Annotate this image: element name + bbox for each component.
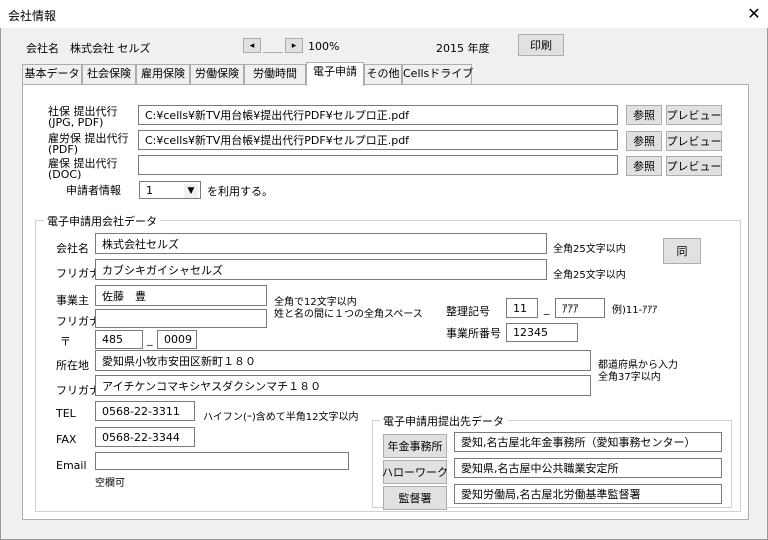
labor-inspection-input[interactable]: 愛知労働局,名古屋北労働基準監督署	[454, 484, 722, 504]
tab-e-application[interactable]: 電子申請	[306, 62, 364, 86]
pension-office-input[interactable]: 愛知,名古屋北年金事務所（愛知事務センター）	[454, 432, 722, 452]
owner-label: 事業主	[56, 294, 89, 307]
hellowork-button[interactable]: ハローワーク	[382, 460, 448, 484]
ref-code-note: 例)11-ｱｱｱ	[612, 305, 658, 316]
pension-office-button[interactable]: 年金事務所	[383, 434, 447, 458]
tab-employment-insurance[interactable]: 雇用保険	[136, 64, 190, 85]
email-input[interactable]	[95, 452, 349, 470]
koyo-preview-button[interactable]: プレビュー	[666, 156, 722, 176]
tel-input[interactable]: 0568-22-3311	[95, 401, 195, 421]
office-number-input[interactable]: 12345	[506, 323, 578, 342]
tab-working-hours[interactable]: 労働時間	[244, 64, 306, 85]
hellowork-input[interactable]: 愛知県,名古屋中公共職業安定所	[454, 458, 722, 478]
shaho-browse-button[interactable]: 参照	[626, 105, 662, 125]
owner-name-input[interactable]: 佐藤 豊	[95, 285, 267, 306]
company-name-note: 全角25文字以内	[553, 244, 626, 255]
applicant-suffix: を利用する。	[207, 185, 273, 198]
tel-label: TEL	[56, 407, 76, 420]
shaho-agency-sub: (JPG, PDF)	[48, 116, 104, 129]
applicant-select[interactable]: 1 ▼	[139, 181, 201, 199]
fiscal-year: 2015 年度	[436, 42, 490, 55]
next-company-button[interactable]: ▸	[285, 38, 303, 53]
tel-note: ハイフン(ｰ)含めて半角12文字以内	[203, 412, 359, 423]
tab-bar: 基本データ 社会保険 雇用保険 労働保険 労働時間 電子申請 その他 Cells…	[22, 62, 482, 86]
email-label: Email	[56, 459, 87, 472]
zip-first-input[interactable]: 485	[95, 330, 143, 349]
zip-label: 〒	[60, 335, 71, 348]
address-input[interactable]: 愛知県小牧市安田区新町１８０	[95, 350, 591, 371]
shaho-agency-path-input[interactable]: C:¥cells¥新TV用台帳¥提出代行PDF¥セルプロ正.pdf	[138, 105, 618, 125]
labor-inspection-button[interactable]: 監督署	[383, 486, 447, 510]
email-note: 空欄可	[95, 478, 125, 489]
company-kana-note: 全角25文字以内	[553, 270, 626, 281]
ref-code-second-input[interactable]: ｱｱｱ	[555, 298, 605, 318]
koyo-browse-button[interactable]: 参照	[626, 156, 662, 176]
applicant-label: 申請者情報	[66, 184, 121, 197]
koyo-agency-sub: (DOC)	[48, 168, 82, 181]
owner-kana-label: フリガナ	[56, 315, 100, 328]
company-label: 会社名	[26, 42, 59, 55]
close-icon[interactable]: ✕	[744, 4, 764, 24]
office-number-label: 事業所番号	[446, 327, 501, 340]
fax-label: FAX	[56, 433, 77, 446]
zoom-level: 100%	[308, 40, 340, 53]
destination-data-group-title: 電子申請用提出先データ	[380, 413, 507, 429]
tab-labor-insurance[interactable]: 労働保険	[190, 64, 244, 85]
company-value: 株式会社 セルズ	[70, 42, 151, 55]
rouho-agency-path-input[interactable]: C:¥cells¥新TV用台帳¥提出代行PDF¥セルプロ正.pdf	[138, 130, 618, 150]
tab-social-insurance[interactable]: 社会保険	[82, 64, 136, 85]
fax-input[interactable]: 0568-22-3344	[95, 427, 195, 447]
tab-basic-data[interactable]: 基本データ	[22, 64, 82, 85]
ref-code-separator: _	[544, 302, 550, 315]
company-name-label: 会社名	[56, 242, 89, 255]
same-as-button[interactable]: 同	[663, 238, 701, 264]
tab-cells-drive[interactable]: Cellsドライブ	[402, 64, 473, 85]
company-kana-input[interactable]: カブシキガイシャセルズ	[95, 259, 547, 280]
owner-note-2: 姓と名の間に１つの全角スペース	[274, 309, 423, 320]
prev-company-button[interactable]: ◂	[243, 38, 261, 53]
ref-code-label: 整理記号	[446, 305, 490, 318]
company-name-input[interactable]: 株式会社セルズ	[95, 233, 547, 254]
rouho-preview-button[interactable]: プレビュー	[666, 131, 722, 151]
company-data-group-title: 電子申請用会社データ	[44, 213, 160, 229]
company-kana-label: フリガナ	[56, 267, 100, 280]
shaho-preview-button[interactable]: プレビュー	[666, 105, 722, 125]
print-button[interactable]: 印刷	[518, 34, 564, 56]
address-note-2: 全角37字以内	[598, 372, 661, 383]
koyo-agency-path-input[interactable]	[138, 155, 618, 175]
company-scroll-track[interactable]	[263, 38, 283, 53]
title-bar	[0, 0, 768, 28]
rouho-browse-button[interactable]: 参照	[626, 131, 662, 151]
window-title: 会社情報	[8, 9, 57, 23]
ref-code-first-input[interactable]: 11	[506, 298, 538, 318]
applicant-selected-value: 1	[146, 183, 153, 197]
zip-separator: _	[147, 333, 153, 346]
address-label: 所在地	[56, 359, 89, 372]
tab-other[interactable]: その他	[364, 64, 402, 85]
address-kana-label: フリガナ	[56, 384, 100, 397]
zip-second-input[interactable]: 0009	[157, 330, 197, 349]
address-kana-input[interactable]: アイチケンコマキシヤスダクシンマチ１８０	[95, 375, 591, 396]
chevron-down-icon[interactable]: ▼	[184, 184, 198, 198]
owner-kana-input[interactable]	[95, 309, 267, 328]
